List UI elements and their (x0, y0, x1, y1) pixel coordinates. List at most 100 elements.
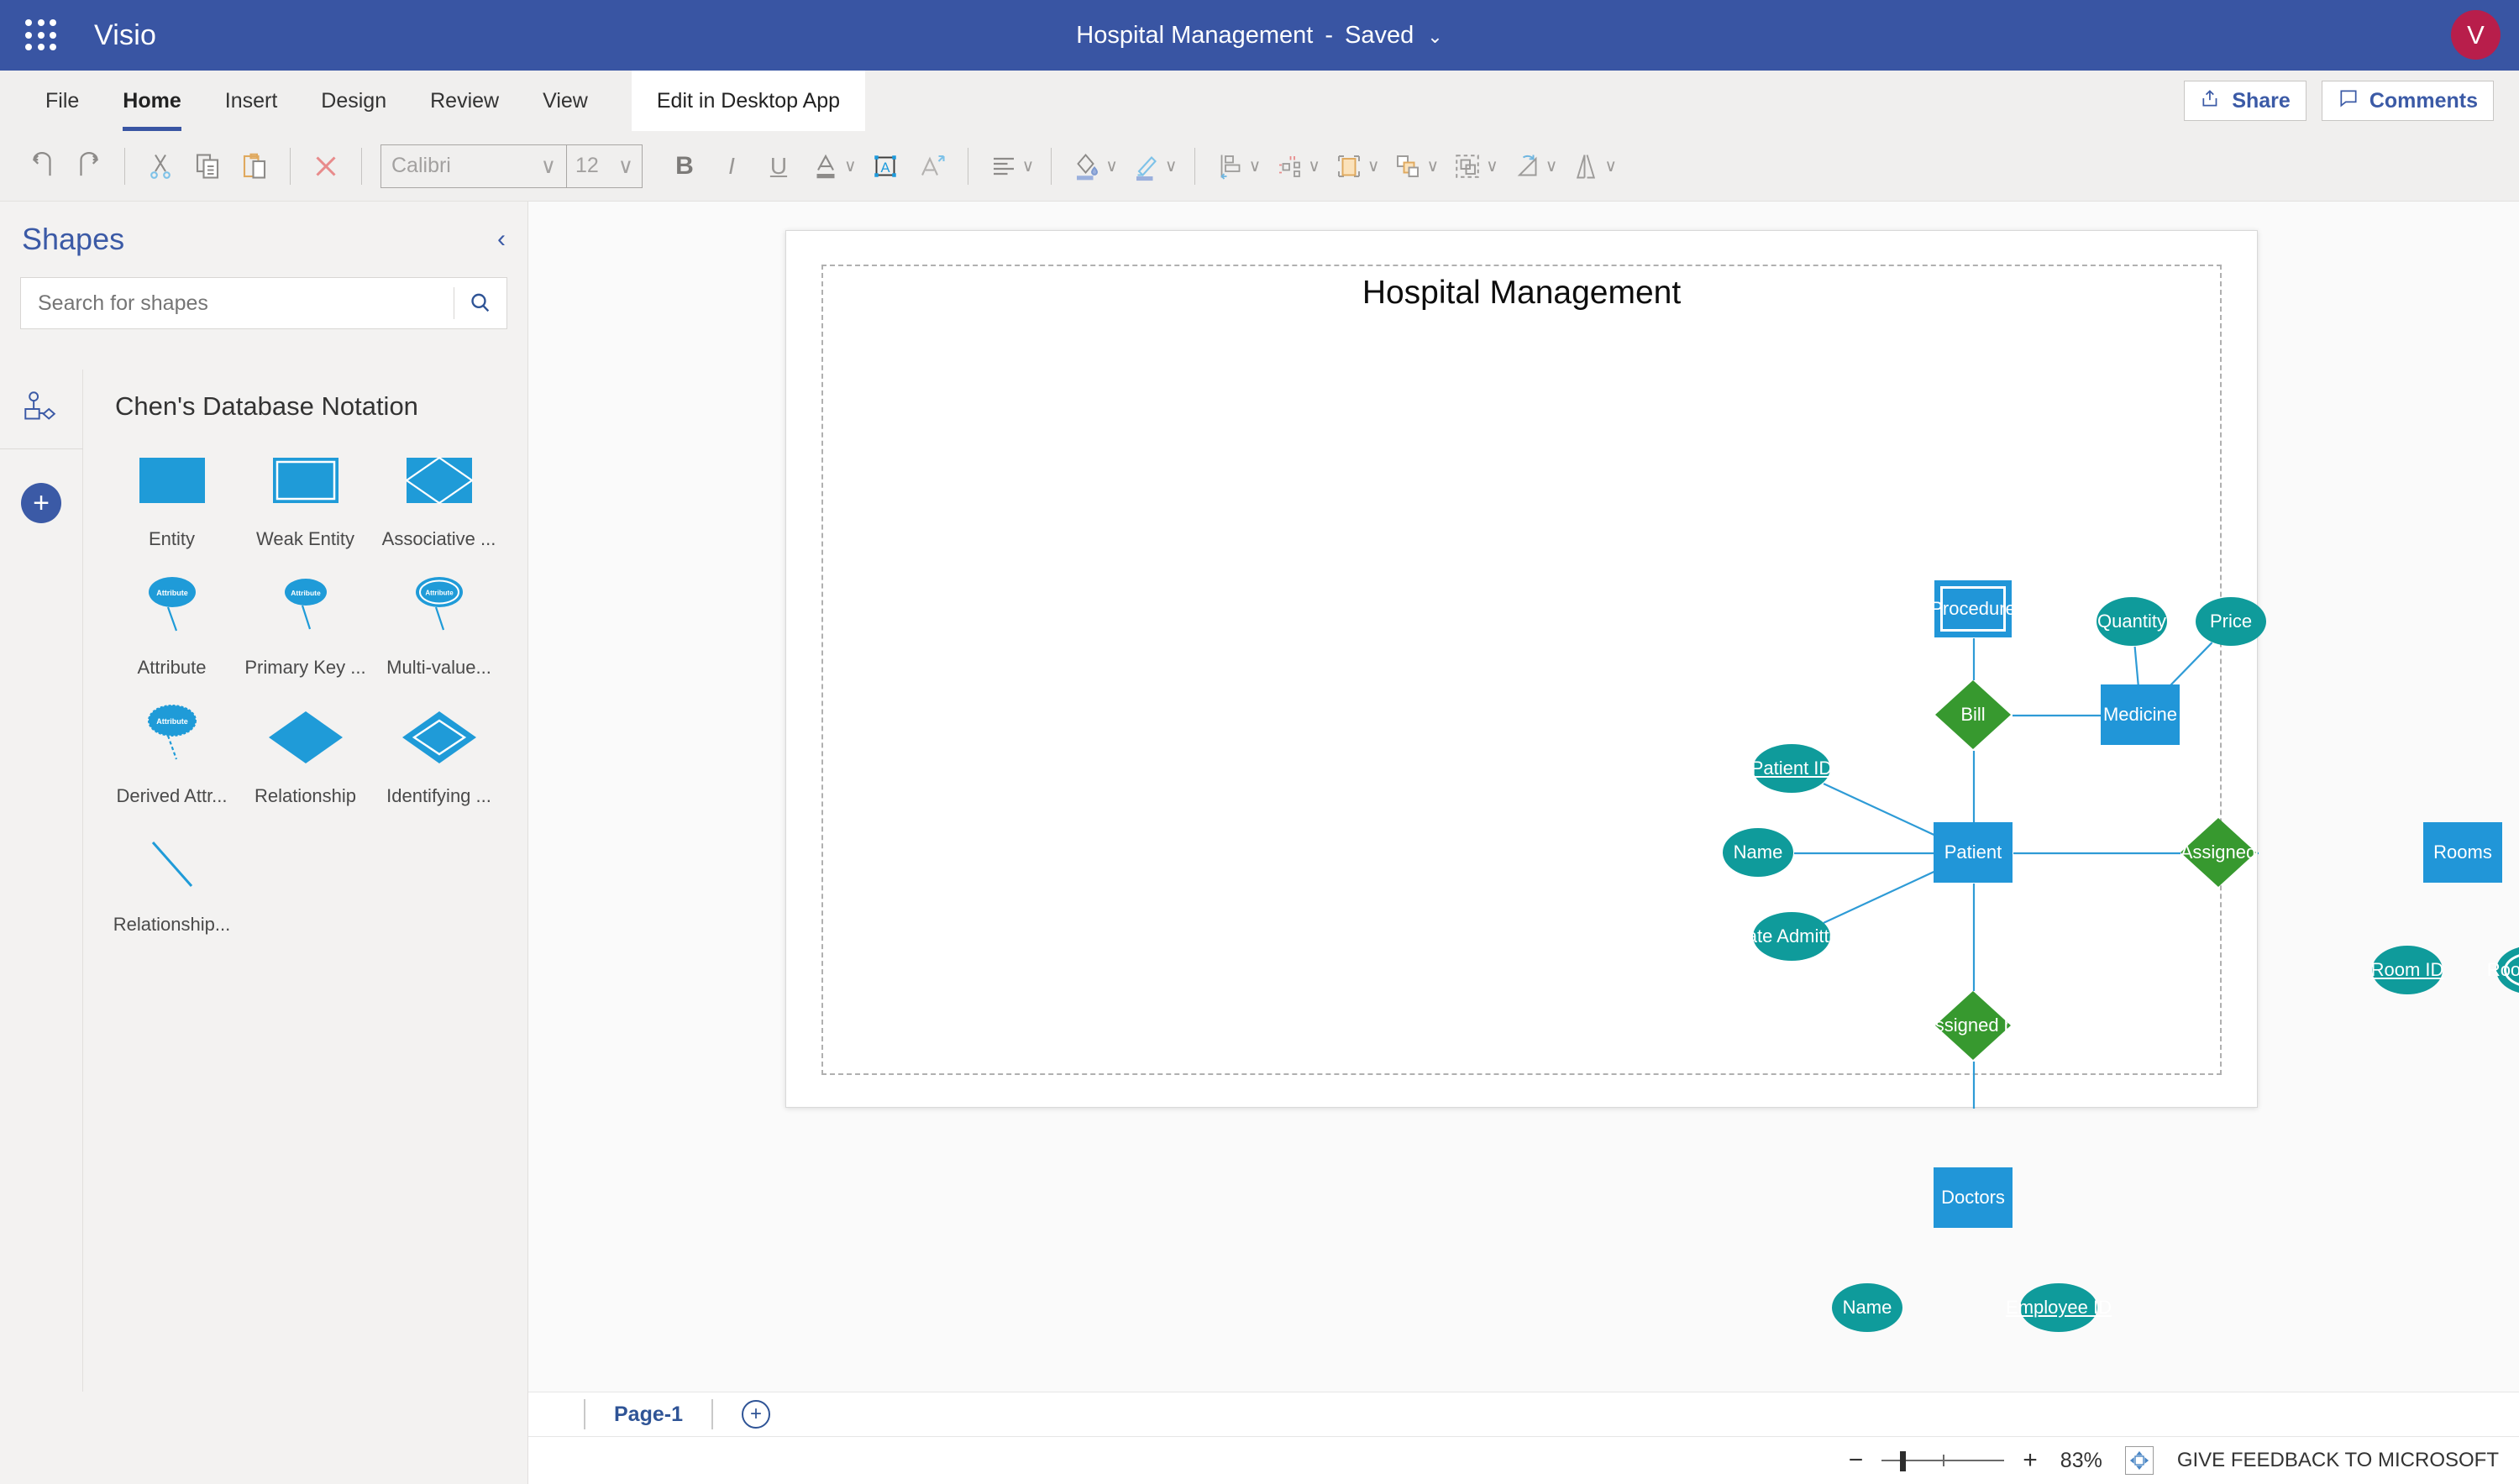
undo-icon[interactable] (18, 143, 66, 190)
node-patient-id[interactable]: Patient ID (1751, 744, 1832, 793)
tab-insert[interactable]: Insert (203, 71, 300, 131)
chevron-down-icon[interactable]: ∨ (1308, 155, 1320, 176)
edit-in-desktop-app-button[interactable]: Edit in Desktop App (631, 71, 866, 131)
tab-review[interactable]: Review (408, 71, 521, 131)
chevron-down-icon[interactable]: ∨ (1604, 155, 1617, 176)
tab-home[interactable]: Home (101, 71, 202, 131)
chevron-down-icon[interactable]: ∨ (1546, 155, 1558, 176)
app-launcher-icon[interactable] (22, 16, 60, 55)
connector-icon[interactable] (1266, 143, 1313, 190)
stencil-item-relationship[interactable]: Relationship (239, 697, 372, 822)
fill-color-icon[interactable] (1063, 143, 1110, 190)
paste-icon[interactable] (231, 143, 278, 190)
tab-design[interactable]: Design (299, 71, 408, 131)
underline-button[interactable]: U (755, 143, 802, 190)
stencil-item-associative-entity[interactable]: Associative ... (372, 440, 506, 565)
tab-file[interactable]: File (24, 71, 101, 131)
chevron-down-icon[interactable]: ∨ (844, 155, 857, 176)
zoom-level-label: 83% (2060, 1448, 2102, 1472)
node-employee-id[interactable]: Employee ID (2006, 1283, 2112, 1332)
chevron-down-icon[interactable]: ∨ (1486, 155, 1498, 176)
chevron-left-icon[interactable]: ‹ (497, 225, 506, 254)
node-price[interactable]: Price (2196, 597, 2266, 646)
chevron-down-icon[interactable]: ∨ (1105, 155, 1118, 176)
stencil-item-entity[interactable]: Entity (105, 440, 239, 565)
page-tab-page-1[interactable]: Page-1 (585, 1403, 711, 1427)
stencil-item-multivalued-attribute[interactable]: Attribute Multi-value... (372, 569, 506, 694)
node-assigned-by[interactable]: Assigned by (1923, 990, 2023, 1061)
node-rooms[interactable]: Rooms (2423, 822, 2502, 883)
shapes-search-box[interactable] (20, 277, 507, 329)
line-color-icon[interactable] (1123, 143, 1170, 190)
app-name[interactable]: Visio (94, 19, 156, 52)
zoom-out-button[interactable]: − (1849, 1446, 1864, 1475)
font-name-dropdown[interactable]: Calibri ∨ (381, 145, 566, 187)
comments-button[interactable]: Comments (2321, 81, 2494, 121)
shapes-panel-header: Shapes ‹ (0, 202, 527, 267)
zoom-in-button[interactable]: + (2023, 1446, 2038, 1475)
stencil-item-identifying-relationship[interactable]: Identifying ... (372, 697, 506, 822)
chevron-down-icon[interactable]: ∨ (1426, 155, 1439, 176)
font-color-icon[interactable] (802, 143, 849, 190)
weak-entity-shape-icon (272, 440, 339, 520)
node-assigned[interactable]: Assigned (2180, 817, 2257, 888)
node-procedure[interactable]: Procedure (1930, 580, 2016, 637)
node-quantity[interactable]: Quantity (2097, 597, 2167, 646)
save-state-label[interactable]: Saved (1345, 22, 1414, 50)
connector-quantity-medicine[interactable] (2133, 646, 2139, 686)
position-icon[interactable] (1207, 143, 1254, 190)
stencil-item-relationship-connector[interactable]: Relationship... (105, 826, 239, 951)
change-case-icon[interactable] (909, 143, 956, 190)
font-size-dropdown[interactable]: 12 ∨ (566, 144, 642, 187)
flip-icon[interactable] (1562, 143, 1609, 190)
italic-button[interactable]: I (708, 143, 755, 190)
zoom-slider-thumb[interactable] (1900, 1451, 1907, 1471)
node-medicine[interactable]: Medicine (2101, 684, 2180, 745)
node-room-id[interactable]: Room ID (2371, 946, 2443, 994)
bring-to-front-icon[interactable] (1325, 143, 1372, 190)
canvas-area[interactable]: Hospital Management Procedure Quantity P… (528, 202, 2519, 1392)
give-feedback-link[interactable]: GIVE FEEDBACK TO MICROSOFT (2177, 1449, 2499, 1472)
add-page-button[interactable]: + (741, 1400, 770, 1429)
node-doctor-name[interactable]: Name (1832, 1283, 1902, 1332)
chevron-down-icon[interactable]: ⌄ (1427, 26, 1442, 48)
connector-date_admitted-patient[interactable] (1823, 870, 1935, 924)
bold-button[interactable]: B (661, 143, 708, 190)
node-doctors[interactable]: Doctors (1934, 1167, 2013, 1228)
search-icon[interactable] (454, 290, 506, 317)
chevron-down-icon[interactable]: ∨ (1367, 155, 1380, 176)
tab-view[interactable]: View (521, 71, 610, 131)
node-patient-name[interactable]: Name (1723, 828, 1793, 877)
group-icon[interactable] (1444, 143, 1491, 190)
rotate-icon[interactable] (1504, 143, 1551, 190)
node-bill[interactable]: Bill (1934, 679, 2012, 750)
chevron-down-icon[interactable]: ∨ (1249, 155, 1262, 176)
send-to-back-icon[interactable] (1384, 143, 1431, 190)
redo-icon[interactable] (66, 143, 113, 190)
er-stencil-icon[interactable] (0, 370, 83, 449)
node-date-admitted[interactable]: Date Admitted (1734, 912, 1850, 961)
stencil-item-weak-entity[interactable]: Weak Entity (239, 440, 372, 565)
node-patient[interactable]: Patient (1934, 822, 2013, 883)
align-left-icon[interactable] (980, 143, 1027, 190)
clear-formatting-icon[interactable] (302, 143, 349, 190)
node-room-type[interactable]: Room type (2487, 946, 2519, 994)
fit-to-window-icon[interactable] (2124, 1446, 2154, 1475)
document-title[interactable]: Hospital Management (1076, 22, 1313, 50)
page-sheet[interactable]: Hospital Management Procedure Quantity P… (785, 230, 2519, 1332)
copy-icon[interactable] (184, 143, 231, 190)
search-input[interactable] (21, 291, 454, 316)
text-block-icon[interactable]: A (862, 143, 909, 190)
cut-icon[interactable] (137, 143, 184, 190)
connector-price-medicine[interactable] (2170, 642, 2213, 686)
stencil-item-derived-attribute[interactable]: Attribute Derived Attr... (105, 697, 239, 822)
avatar[interactable]: V (2451, 10, 2501, 60)
stencil-item-primary-key-attribute[interactable]: Attribute Primary Key ... (239, 569, 372, 694)
chevron-down-icon[interactable]: ∨ (1022, 155, 1035, 176)
stencil-item-attribute[interactable]: Attribute Attribute (105, 569, 239, 694)
zoom-slider[interactable] (1881, 1448, 2005, 1473)
chevron-down-icon[interactable]: ∨ (1165, 155, 1178, 176)
connector-patient_id-patient[interactable] (1823, 783, 1935, 836)
plus-icon[interactable]: + (21, 483, 61, 523)
share-button[interactable]: Share (2184, 81, 2306, 121)
